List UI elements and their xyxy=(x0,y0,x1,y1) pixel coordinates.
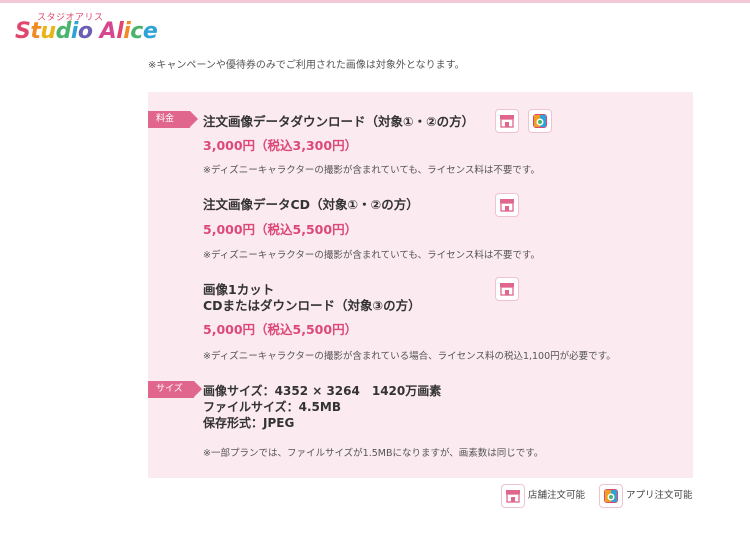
price-tag: 料金 xyxy=(148,111,198,128)
item-price-download: 3,000円（税込3,300円） xyxy=(203,138,358,153)
store-icon xyxy=(495,109,519,133)
logo-wordmark: Studio Alice xyxy=(15,19,158,44)
campaign-notice: ※キャンペーンや優待券のみでご利用された画像は対象外となります。 xyxy=(148,60,465,71)
spec-note: ※一部プランでは、ファイルサイズが1.5MBになりますが、画素数は同じです。 xyxy=(203,448,544,459)
item-title-single-cut-sub: CDまたはダウンロード（対象③の方） xyxy=(203,298,421,313)
legend-app-icon xyxy=(599,484,623,508)
app-icon xyxy=(528,109,552,133)
store-icon xyxy=(495,193,519,217)
top-accent-bar xyxy=(0,0,750,3)
spec-format: 保存形式：JPEG xyxy=(203,416,295,430)
item-note-cd: ※ディズニーキャラクターの撮影が含まれていても、ライセンス料は不要です。 xyxy=(203,250,540,261)
legend-store-label: 店舗注文可能 xyxy=(528,490,586,501)
spec-image-size: 画像サイズ：4352 × 3264 1420万画素 xyxy=(203,384,442,398)
spec-file-size: ファイルサイズ：4.5MB xyxy=(203,400,341,414)
item-price-cd: 5,000円（税込5,500円） xyxy=(203,222,358,237)
item-note-single-cut: ※ディズニーキャラクターの撮影が含まれている場合、ライセンス料の税込1,100円… xyxy=(203,351,616,362)
legend-app-label: アプリ注文可能 xyxy=(626,490,693,501)
item-note-download: ※ディズニーキャラクターの撮影が含まれていても、ライセンス料は不要です。 xyxy=(203,165,540,176)
item-price-single-cut: 5,000円（税込5,500円） xyxy=(203,322,358,337)
item-title-single-cut: 画像1カット xyxy=(203,282,275,297)
item-title-cd: 注文画像データCD（対象①・②の方） xyxy=(203,197,419,212)
store-icon xyxy=(495,277,519,301)
item-title-download: 注文画像データダウンロード（対象①・②の方） xyxy=(203,114,475,129)
size-tag: サイズ xyxy=(148,381,202,398)
studio-alice-logo[interactable]: スタジオアリス Studio Alice xyxy=(15,10,158,50)
legend-store-icon xyxy=(501,484,525,508)
